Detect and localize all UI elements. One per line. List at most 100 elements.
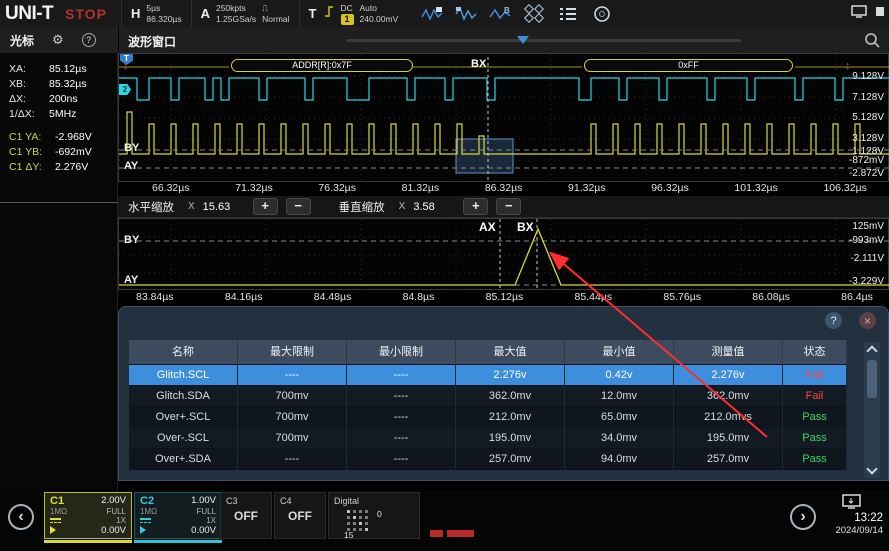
channel1-box[interactable]: C1 2.00V 1MΩ FULL 1X 0.00V bbox=[44, 492, 132, 539]
channel2-color-strip bbox=[134, 540, 222, 543]
channel1-offset: 0.00V bbox=[101, 525, 126, 536]
h-zoom-value: 15.63 bbox=[203, 201, 245, 213]
cursor-readout-c1ya: C1 YA:-2.968V bbox=[0, 129, 117, 144]
scroll-down-icon[interactable] bbox=[866, 463, 877, 474]
activity-indicator-bar bbox=[430, 530, 443, 537]
time-tick: 81.32µs bbox=[402, 182, 440, 196]
channel1-label: C1 bbox=[50, 495, 101, 507]
bottom-channel-bar: ‹ C1 2.00V 1MΩ FULL 1X 0.00V C2 1.00V 1M… bbox=[0, 490, 889, 551]
horizontal-position: 86.320µs bbox=[146, 14, 181, 25]
time-tick: 84.48µs bbox=[314, 291, 352, 305]
time-tick: 83.84µs bbox=[136, 291, 174, 305]
v-zoom-in-button[interactable]: + bbox=[463, 198, 488, 215]
h-zoom-x: X bbox=[188, 201, 195, 212]
topbar-right-icons bbox=[851, 0, 889, 27]
corner-icon[interactable] bbox=[875, 5, 885, 23]
col-header: 状态 bbox=[783, 340, 847, 365]
h-zoom-in-button[interactable]: + bbox=[253, 198, 278, 215]
wave-display-icon[interactable] bbox=[419, 3, 445, 24]
close-icon[interactable]: × bbox=[859, 312, 876, 329]
panel-help-icon[interactable]: ? bbox=[825, 312, 842, 329]
trigger-mode: Auto bbox=[360, 3, 399, 14]
channel2-bandwidth: FULL bbox=[191, 507, 216, 516]
status-badge: Pass bbox=[783, 428, 847, 449]
limit-test-panel: ? × 名称 最大限制 最小限制 最大值 最小值 测量值 状态 Glitch.S… bbox=[118, 306, 889, 481]
page-right-button[interactable]: › bbox=[790, 504, 816, 530]
zoom-waveform-window[interactable]: AX BX BY AY 125mV -993mV -2.111V -3.229V bbox=[118, 218, 889, 290]
acquire-settings[interactable]: A 250kpts 1.25GSa/s ⎍ Normal bbox=[191, 0, 299, 27]
table-row[interactable]: Over-.SCL 700mv ---- 195.0mv 34.0mv 195.… bbox=[129, 428, 847, 449]
main-time-axis: 66.32µs 71.32µs 76.32µs 81.32µs 86.32µs … bbox=[118, 182, 889, 196]
gear-icon[interactable]: ⚙ bbox=[52, 32, 64, 48]
channel4-box[interactable]: C4 OFF bbox=[274, 492, 326, 539]
offset-marker-icon bbox=[50, 526, 56, 534]
col-header: 最大限制 bbox=[238, 340, 347, 365]
channel3-label: C3 bbox=[226, 496, 238, 506]
acquire-edge-icon: ⎍ bbox=[262, 3, 289, 14]
time-tick: 84.16µs bbox=[225, 291, 263, 305]
channel1-color-strip bbox=[44, 540, 132, 543]
main-waveform-canvas bbox=[119, 54, 889, 183]
storage-icon[interactable] bbox=[851, 5, 867, 23]
waveform-window-header: 波形窗口 bbox=[118, 27, 889, 53]
table-row[interactable]: Over+.SCL 700mv ---- 212.0mv 65.0mv 212.… bbox=[129, 407, 847, 428]
cursor-by-label: BY bbox=[124, 234, 139, 246]
channel2-box[interactable]: C2 1.00V 1MΩ FULL 1X 0.00V bbox=[134, 492, 222, 539]
offset-marker-icon bbox=[140, 526, 146, 534]
trigger-edge-icon bbox=[323, 4, 335, 24]
sidebar-help-icon[interactable]: ? bbox=[82, 33, 96, 47]
digital-channel-grid-icon bbox=[347, 510, 369, 532]
v-zoom-out-button[interactable]: − bbox=[496, 198, 521, 215]
time-tick: 91.32µs bbox=[568, 182, 606, 196]
horizontal-key: H bbox=[131, 6, 140, 21]
status-badge: Fail bbox=[783, 365, 847, 386]
time-tick: 76.32µs bbox=[318, 182, 356, 196]
waveform-window-title: 波形窗口 bbox=[128, 33, 176, 50]
volt-label: -872mV bbox=[849, 155, 884, 166]
table-row[interactable]: Glitch.SDA 700mv ---- 362.0mv 12.0mv 362… bbox=[129, 386, 847, 407]
channel3-box[interactable]: C3 OFF bbox=[220, 492, 272, 539]
zoom-waveform-canvas bbox=[119, 219, 889, 291]
scroll-up-icon[interactable] bbox=[866, 345, 877, 356]
channel1-probe: 1X bbox=[101, 516, 126, 525]
cursor-sidebar-header: 光标 ⚙ ? bbox=[0, 27, 117, 53]
activity-indicator-bar bbox=[447, 530, 474, 537]
channel2-offset: 0.00V bbox=[191, 525, 216, 536]
position-slider-handle[interactable] bbox=[517, 36, 529, 44]
trigger-settings[interactable]: T DC 1 Auto 240.00mV bbox=[299, 0, 408, 27]
toolbar-icons: B bbox=[407, 0, 615, 27]
status-badge: Fail bbox=[783, 386, 847, 407]
trigger-source-badge: 1 bbox=[341, 14, 354, 25]
digital-last-channel: 15 bbox=[344, 530, 353, 540]
lens-icon[interactable] bbox=[589, 3, 615, 24]
time-tick: 86.08µs bbox=[752, 291, 790, 305]
digital-channels-box[interactable]: Digital 0 15 bbox=[328, 492, 420, 539]
table-row[interactable]: Glitch.SCL ---- ---- 2.276v 0.42v 2.276v… bbox=[129, 365, 847, 386]
col-header: 名称 bbox=[129, 340, 238, 365]
list-menu-icon[interactable] bbox=[555, 3, 581, 24]
main-waveform-window[interactable]: ADDR[R]:0x7F 0xFF BX BY AY T 2 ↕ ↕ 9.128… bbox=[118, 53, 889, 182]
wave-b-icon[interactable]: B bbox=[487, 3, 513, 24]
wave-math-icon[interactable] bbox=[453, 3, 479, 24]
run-stop-status[interactable]: STOP bbox=[59, 0, 121, 27]
volt-label: 9.128V bbox=[852, 71, 884, 82]
checker-grid-icon[interactable] bbox=[521, 3, 547, 24]
sample-rate: 1.25GSa/s bbox=[216, 14, 256, 25]
col-header: 最小限制 bbox=[347, 340, 456, 365]
table-scrollbar[interactable] bbox=[864, 342, 880, 478]
horizontal-settings[interactable]: H 5µs 86.320µs bbox=[121, 0, 191, 27]
page-left-button[interactable]: ‹ bbox=[8, 504, 34, 530]
position-slider-track[interactable] bbox=[346, 39, 741, 42]
trigger-level: 240.00mV bbox=[360, 14, 399, 25]
table-row[interactable]: Over+.SDA ---- ---- 257.0mv 94.0mv 257.0… bbox=[129, 449, 847, 470]
channel2-probe: 1X bbox=[191, 516, 216, 525]
channel1-bandwidth: FULL bbox=[101, 507, 126, 516]
volt-label: 125mV bbox=[852, 221, 884, 232]
h-zoom-out-button[interactable]: − bbox=[286, 198, 311, 215]
cursor-ax-label: AX bbox=[479, 220, 496, 234]
channel4-label: C4 bbox=[280, 496, 292, 506]
volt-label: -2.872V bbox=[849, 168, 884, 179]
scrollbar-thumb[interactable] bbox=[867, 360, 877, 398]
time-tick: 71.32µs bbox=[235, 182, 273, 196]
search-icon[interactable] bbox=[864, 32, 881, 54]
